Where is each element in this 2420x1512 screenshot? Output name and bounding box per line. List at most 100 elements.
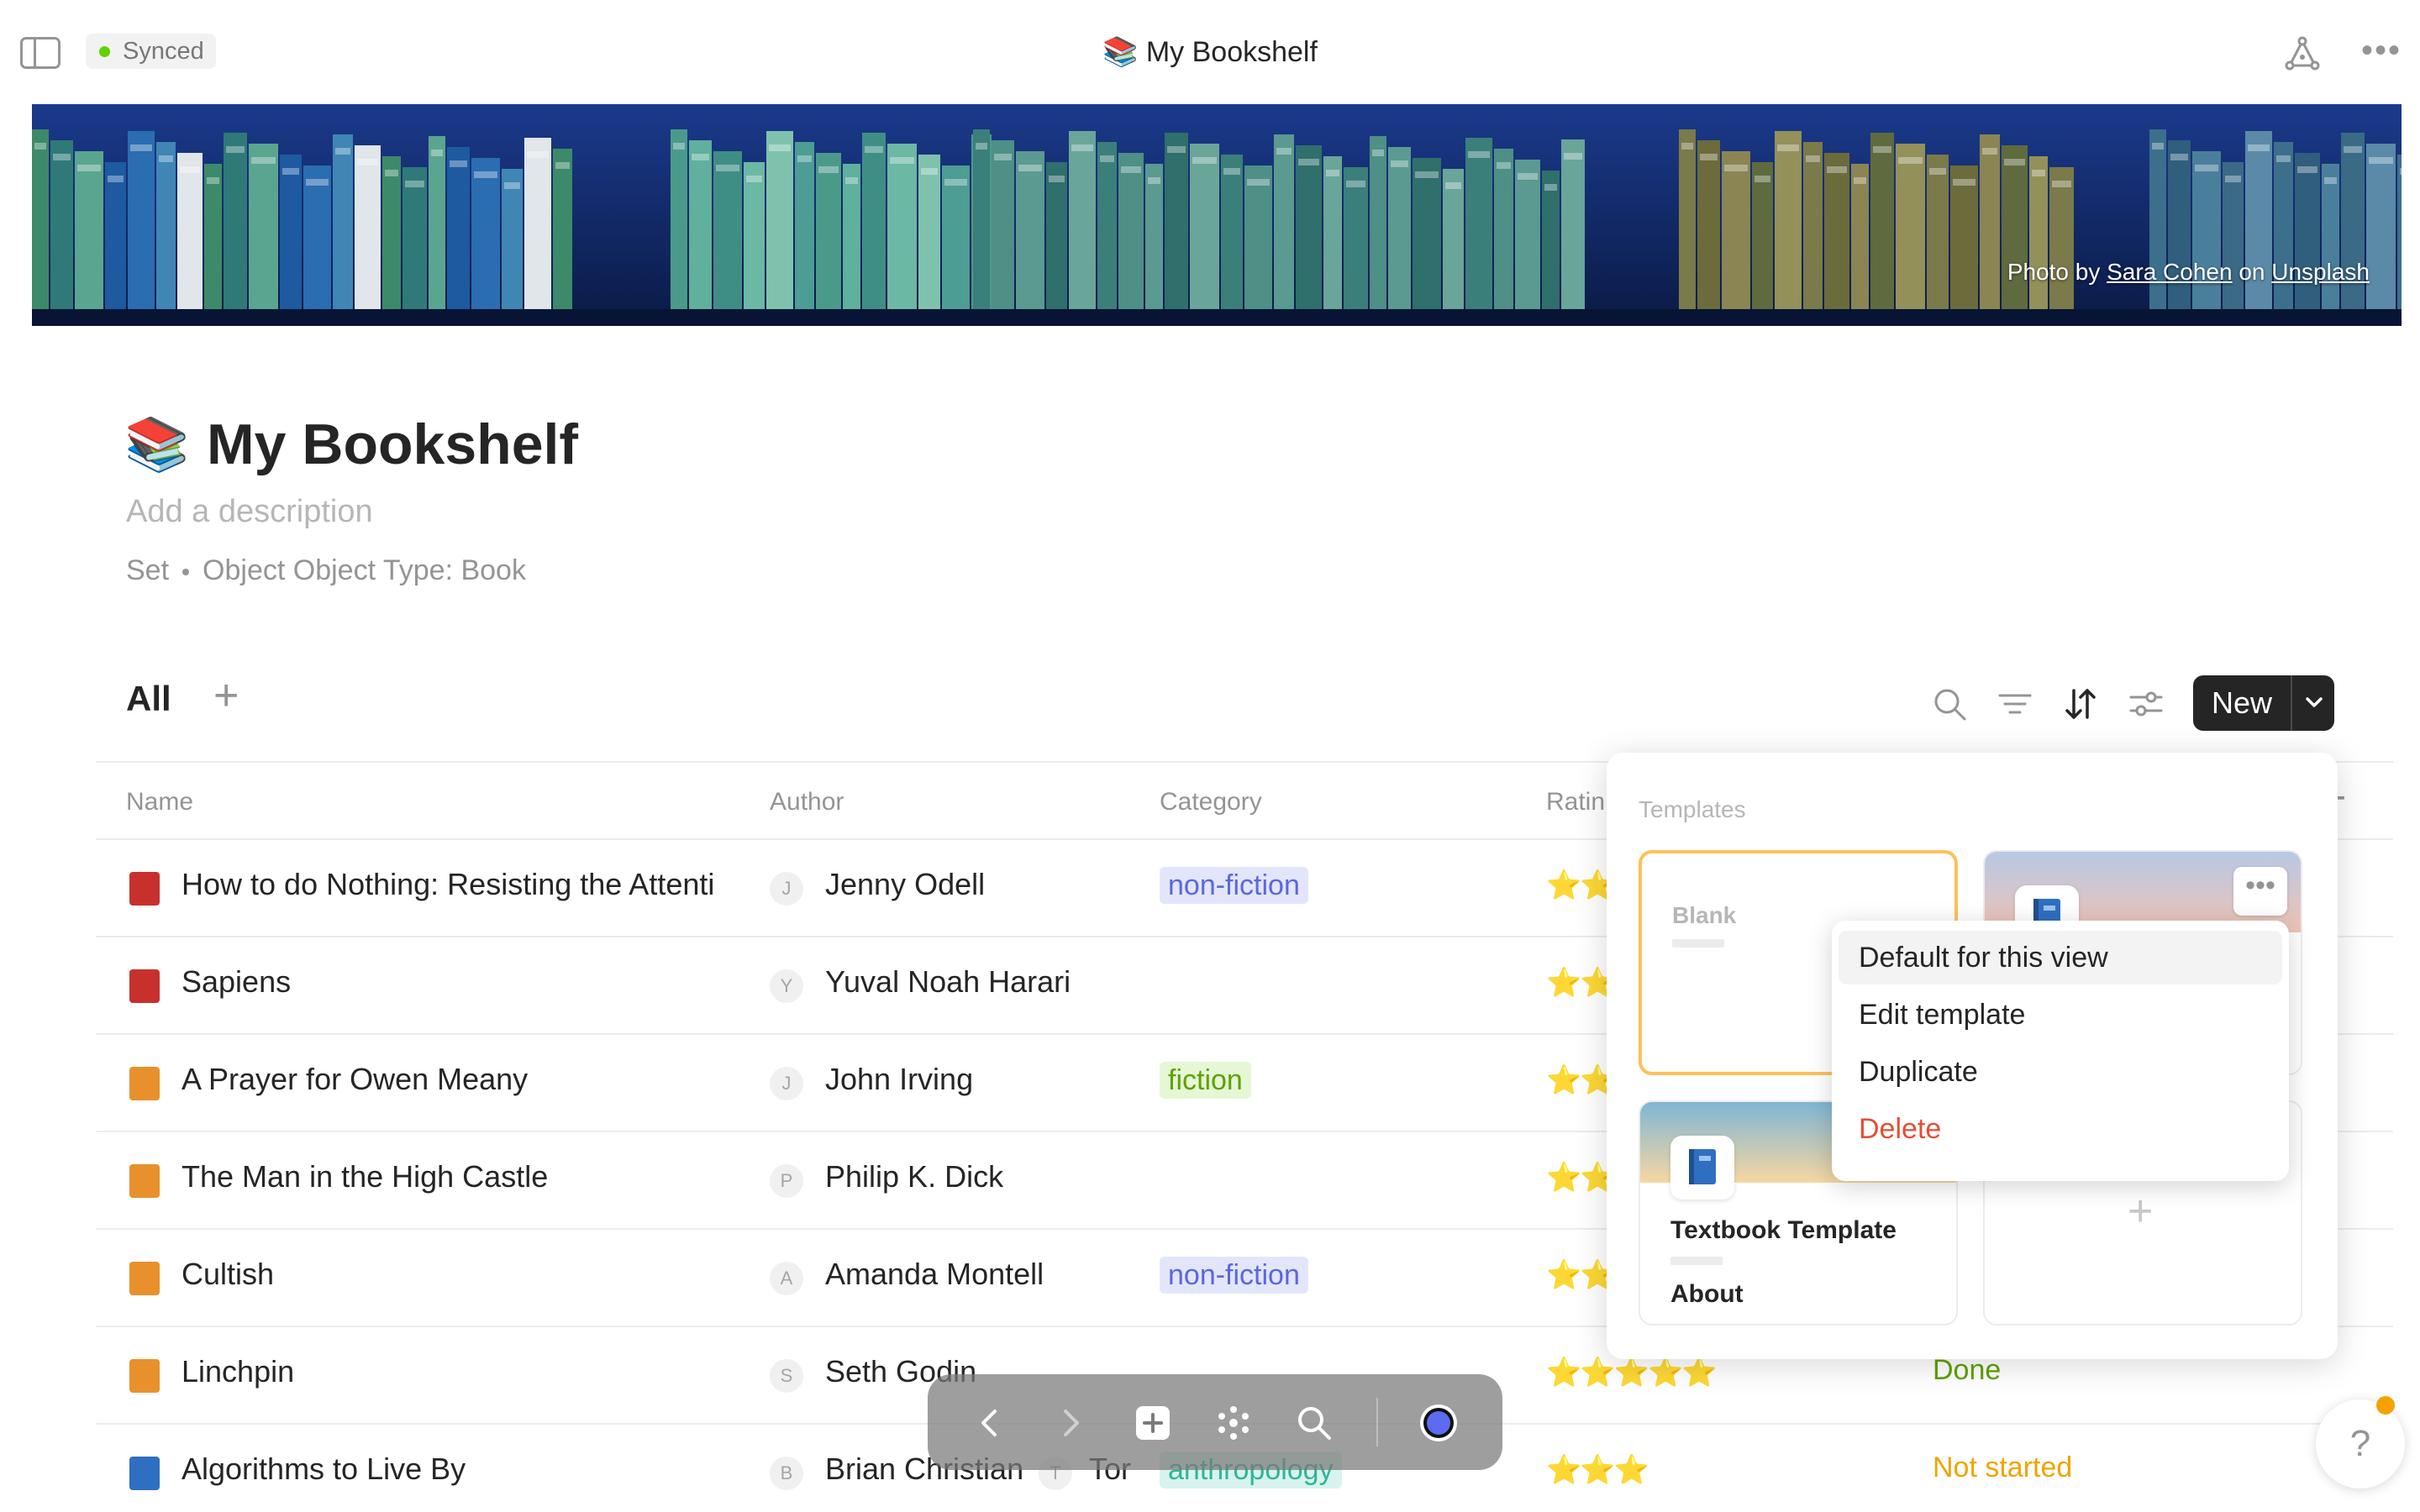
book-spine-label xyxy=(2052,181,2071,187)
book-name[interactable]: Sapiens xyxy=(182,964,291,1000)
book-spine-label xyxy=(865,146,883,153)
rating-stars[interactable]: ⭐⭐ xyxy=(1546,1258,1616,1292)
book-spine-label xyxy=(1754,176,1770,182)
book-spine-label xyxy=(1276,148,1292,155)
meta-source[interactable]: Object Object Type: Book xyxy=(203,554,526,586)
book-spine xyxy=(2223,162,2244,309)
book-spine-label xyxy=(1148,177,1160,184)
category-tag[interactable]: non-fiction xyxy=(1160,1257,1308,1294)
window-title-text: My Bookshelf xyxy=(1145,36,1318,68)
view-settings-icon[interactable] xyxy=(2126,684,2166,724)
book-spine xyxy=(1165,133,1188,309)
book-spine-label xyxy=(921,168,938,175)
sync-status-badge[interactable]: Synced xyxy=(86,34,216,69)
rating-stars[interactable]: ⭐⭐ xyxy=(1546,1161,1616,1194)
rating-stars[interactable]: ⭐⭐ xyxy=(1546,1063,1616,1097)
page-emoji-icon[interactable]: 📚 xyxy=(124,413,189,477)
book-spine-label xyxy=(692,154,709,160)
forward-arrow-icon[interactable] xyxy=(1049,1401,1092,1445)
rating-stars[interactable]: ⭐⭐ xyxy=(1546,966,1616,1000)
book-spine xyxy=(843,164,860,309)
search-icon[interactable] xyxy=(1929,684,1970,724)
book-name[interactable]: The Man in the High Castle xyxy=(182,1159,548,1194)
rating-stars[interactable]: ⭐⭐⭐⭐⭐ xyxy=(1546,1356,1718,1389)
author-name[interactable]: John Irving xyxy=(825,1062,973,1097)
book-spine xyxy=(862,133,886,309)
graph-dots-icon[interactable] xyxy=(1212,1401,1255,1445)
bottom-navigation xyxy=(928,1374,1502,1470)
template-context-menu: Default for this view Edit template Dupl… xyxy=(1832,921,2289,1181)
status-label[interactable]: Not started xyxy=(1933,1452,2072,1484)
category-tag[interactable]: non-fiction xyxy=(1160,867,1308,904)
column-header-category[interactable]: Category xyxy=(1160,788,1262,816)
column-header-author[interactable]: Author xyxy=(770,788,844,816)
book-spine-label xyxy=(2400,168,2402,175)
author-name[interactable]: Amanda Montell xyxy=(825,1257,1044,1292)
meta-type: Set xyxy=(126,554,170,586)
book-icon xyxy=(129,969,160,1003)
page-title[interactable]: My Bookshelf xyxy=(207,410,578,479)
sidebar-toggle-icon[interactable] xyxy=(20,37,60,69)
new-button-label[interactable]: New xyxy=(2193,675,2291,731)
author-name[interactable]: Jenny Odell xyxy=(825,867,985,902)
menu-item-default-for-view[interactable]: Default for this view xyxy=(1839,931,2282,984)
graph-icon[interactable] xyxy=(2282,34,2323,74)
book-spine xyxy=(1465,138,1492,309)
author-name[interactable]: Philip K. Dick xyxy=(825,1159,1003,1194)
search-icon[interactable] xyxy=(1292,1401,1336,1445)
book-spine-label xyxy=(1827,166,1847,173)
book-name[interactable]: A Prayer for Owen Meany xyxy=(182,1062,528,1097)
book-spine-label xyxy=(1018,165,1042,171)
book-name[interactable]: How to do Nothing: Resisting the Attenti xyxy=(182,867,714,902)
book-spine xyxy=(1775,131,1802,309)
add-template-icon[interactable]: + xyxy=(2128,1189,2161,1233)
back-arrow-icon[interactable] xyxy=(968,1401,1012,1445)
sort-icon[interactable] xyxy=(2060,684,2101,724)
book-spine xyxy=(2397,155,2402,309)
book-spine xyxy=(50,140,73,309)
filter-icon[interactable] xyxy=(1995,684,2035,724)
book-spine-label xyxy=(306,179,329,186)
column-header-name[interactable]: Name xyxy=(126,788,193,816)
cover-credit-author-link[interactable]: Sara Cohen xyxy=(2107,259,2232,285)
book-spine-label xyxy=(1468,151,1490,158)
new-object-button[interactable]: New xyxy=(2193,675,2334,731)
menu-item-duplicate[interactable]: Duplicate xyxy=(1839,1045,2282,1099)
book-spine xyxy=(105,162,126,309)
menu-item-delete[interactable]: Delete xyxy=(1839,1102,2282,1156)
more-options-icon[interactable]: ••• xyxy=(2358,34,2405,74)
menu-item-edit-template[interactable]: Edit template xyxy=(1839,988,2282,1042)
column-header-rating[interactable]: Ratin xyxy=(1546,788,1605,816)
author-name[interactable]: Yuval Noah Harari xyxy=(825,964,1071,1000)
book-spine-label xyxy=(2276,155,2291,162)
description-placeholder[interactable]: Add a description xyxy=(126,494,373,530)
view-tab-all[interactable]: All xyxy=(126,679,171,719)
book-spine-label xyxy=(1346,181,1365,187)
book-spine-label xyxy=(34,143,46,150)
rating-stars[interactable]: ⭐⭐ xyxy=(1546,869,1616,902)
book-icon xyxy=(129,1457,160,1490)
book-spine-label xyxy=(431,150,443,156)
chevron-down-icon[interactable] xyxy=(2294,675,2334,731)
book-spine-label xyxy=(769,144,791,151)
book-spine xyxy=(75,151,103,309)
book-spine-label xyxy=(1391,160,1408,167)
book-spine-label xyxy=(108,176,124,182)
book-spine xyxy=(502,169,523,309)
window-title-emoji: 📚 xyxy=(1102,36,1139,68)
rating-stars[interactable]: ⭐⭐⭐ xyxy=(1546,1453,1649,1487)
profile-avatar-icon[interactable] xyxy=(1417,1401,1460,1445)
category-tag[interactable]: fiction xyxy=(1160,1062,1251,1099)
book-spine xyxy=(1722,151,1750,309)
book-name[interactable]: Linchpin xyxy=(182,1354,294,1389)
book-spine-label xyxy=(1326,170,1339,176)
book-name[interactable]: Algorithms to Live By xyxy=(182,1452,466,1487)
template-card-more-button[interactable]: ••• xyxy=(2233,867,2287,916)
book-spine xyxy=(128,131,155,309)
book-name[interactable]: Cultish xyxy=(182,1257,274,1292)
create-object-icon[interactable] xyxy=(1131,1401,1175,1445)
cover-image[interactable]: Photo by Sara Cohen on Unsplash xyxy=(32,104,2402,326)
add-view-icon[interactable]: + xyxy=(213,674,247,717)
help-button[interactable]: ? xyxy=(2316,1399,2405,1488)
cover-credit-site-link[interactable]: Unsplash xyxy=(2271,259,2370,285)
